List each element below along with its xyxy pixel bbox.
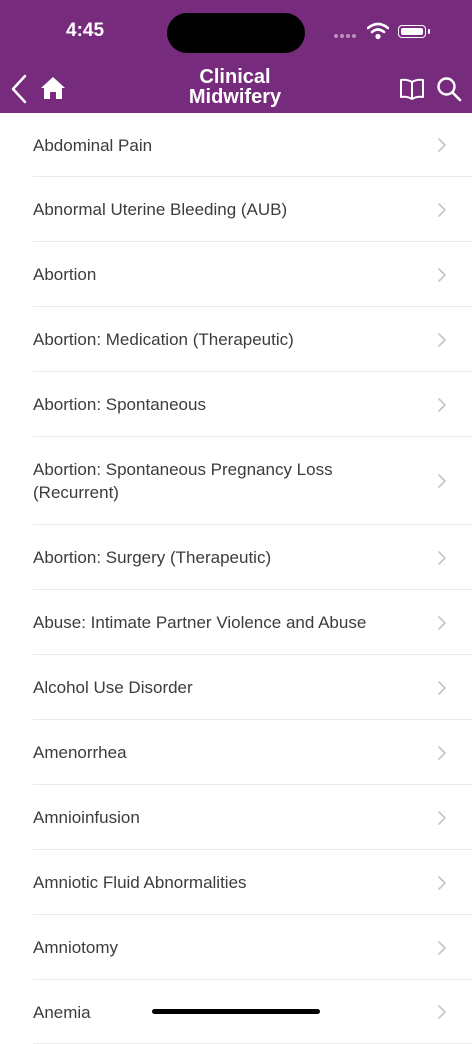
home-indicator[interactable] bbox=[152, 1009, 320, 1014]
chevron-right-icon bbox=[438, 615, 446, 630]
list-item[interactable]: Alcohol Use Disorder bbox=[0, 655, 472, 720]
status-time: 4:45 bbox=[66, 20, 105, 41]
chevron-right-icon bbox=[438, 202, 446, 217]
list-item[interactable]: Amnioinfusion bbox=[0, 785, 472, 850]
app-header: 4:45 Clinical Midwifery bbox=[0, 0, 472, 113]
list-item-label: Amniotic Fluid Abnormalities bbox=[33, 873, 247, 892]
app-title-line2: Midwifery bbox=[188, 86, 282, 108]
list-item[interactable]: Amniotic Fluid Abnormalities bbox=[0, 850, 472, 915]
search-icon[interactable] bbox=[436, 76, 462, 102]
list-item-label: Abortion: Spontaneous Pregnancy Loss (Re… bbox=[33, 460, 333, 502]
list-item[interactable]: Abnormal Uterine Bleeding (AUB) bbox=[0, 177, 472, 242]
chevron-right-icon bbox=[438, 875, 446, 890]
list-item-label: Alcohol Use Disorder bbox=[33, 678, 193, 697]
chevron-right-icon bbox=[438, 138, 446, 152]
list-item[interactable]: Amniotomy bbox=[0, 915, 472, 980]
list-item-label: Amnioinfusion bbox=[33, 808, 140, 827]
chevron-right-icon bbox=[438, 550, 446, 565]
chevron-right-icon bbox=[438, 810, 446, 825]
chevron-right-icon bbox=[438, 474, 446, 488]
chevron-right-icon bbox=[438, 332, 446, 347]
app-title: Clinical Midwifery bbox=[160, 67, 310, 107]
list-item[interactable]: Abortion bbox=[0, 242, 472, 307]
app-title-line1: Clinical bbox=[199, 66, 271, 88]
battery-icon bbox=[398, 25, 430, 38]
chevron-right-icon bbox=[438, 1005, 446, 1019]
chevron-right-icon bbox=[438, 680, 446, 695]
list-item-label: Abdominal Pain bbox=[33, 135, 153, 155]
list-item-label: Abuse: Intimate Partner Violence and Abu… bbox=[33, 613, 367, 632]
list-item-label: Abortion: Medication (Therapeutic) bbox=[33, 330, 294, 349]
list-item[interactable]: Abortion: Medication (Therapeutic) bbox=[0, 307, 472, 372]
list-item[interactable]: Abortion: Spontaneous bbox=[0, 372, 472, 437]
dynamic-island bbox=[167, 13, 305, 53]
list-item-label: Abortion: Surgery (Therapeutic) bbox=[33, 548, 272, 567]
list-item[interactable]: Abortion: Spontaneous Pregnancy Loss (Re… bbox=[0, 437, 472, 525]
topic-list: Abdominal Pain Abnormal Uterine Bleeding… bbox=[0, 113, 472, 1044]
chevron-right-icon bbox=[438, 940, 446, 955]
open-book-icon[interactable] bbox=[399, 78, 425, 100]
chevron-right-icon bbox=[438, 745, 446, 760]
list-item-label: Amenorrhea bbox=[33, 743, 127, 762]
list-item-label: Amniotomy bbox=[33, 938, 119, 957]
list-item[interactable]: Abuse: Intimate Partner Violence and Abu… bbox=[0, 590, 472, 655]
list-item-label: Anemia bbox=[33, 1002, 91, 1022]
cellular-signal-icon bbox=[334, 34, 358, 38]
back-chevron-icon[interactable] bbox=[10, 74, 30, 104]
home-icon[interactable] bbox=[40, 76, 66, 100]
list-item-label: Abnormal Uterine Bleeding (AUB) bbox=[33, 200, 288, 219]
list-item[interactable]: Abdominal Pain bbox=[0, 113, 472, 177]
list-item[interactable]: Amenorrhea bbox=[0, 720, 472, 785]
list-item[interactable]: Abortion: Surgery (Therapeutic) bbox=[0, 525, 472, 590]
list-item-label: Abortion bbox=[33, 265, 97, 284]
chevron-right-icon bbox=[438, 397, 446, 412]
wifi-icon bbox=[367, 22, 389, 40]
chevron-right-icon bbox=[438, 267, 446, 282]
list-item-label: Abortion: Spontaneous bbox=[33, 395, 206, 414]
